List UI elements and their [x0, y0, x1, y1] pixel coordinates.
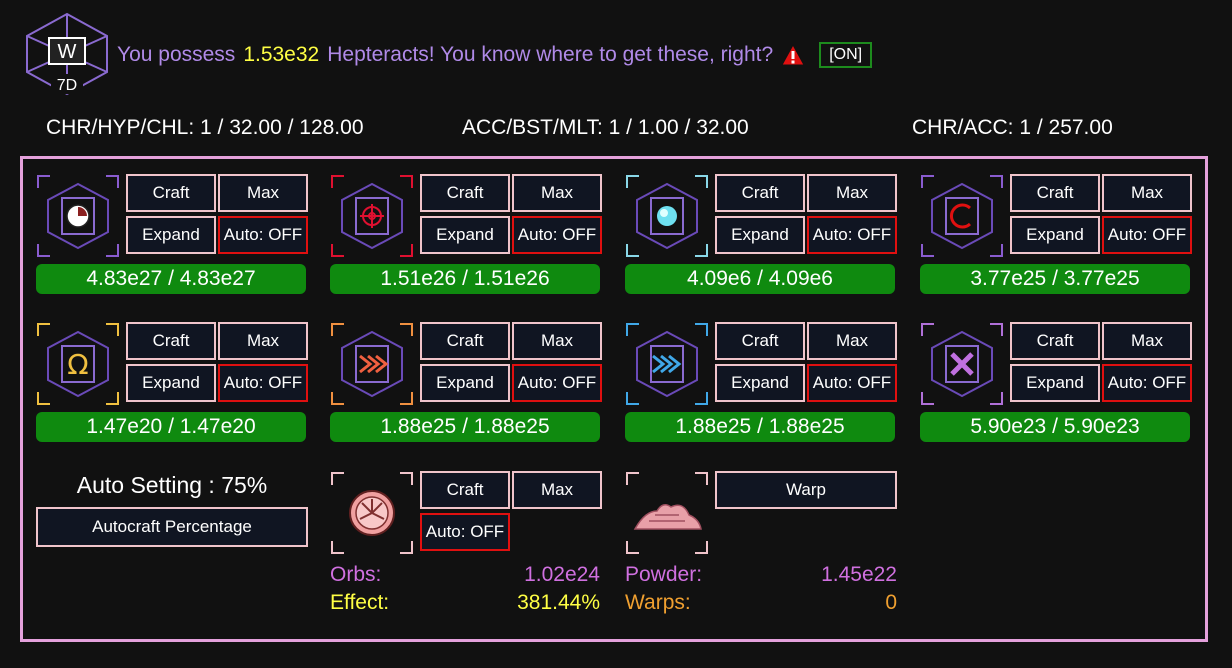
cube-quark: Craft Max Expand Auto: OFF 4.09e6 / 4.09… — [625, 174, 897, 300]
svg-text:W: W — [58, 41, 77, 63]
stat-chr-hyp-chl: CHR/HYP/CHL: 1 / 32.00 / 128.00 — [46, 116, 364, 139]
multiplier-cube-icon — [921, 323, 1003, 405]
orb-section: Craft Max Auto: OFF Orbs: 1.02e24 Effect… — [330, 471, 602, 631]
craft-button[interactable]: Craft — [420, 322, 510, 360]
hepteract-logo-icon: W 7D — [26, 12, 108, 96]
auto-setting-label: Auto Setting : 75% — [76, 472, 268, 498]
cube-progress-bar: 1.47e20 / 1.47e20 — [36, 412, 306, 442]
craft-button[interactable]: Craft — [126, 174, 216, 212]
cube-progress-bar: 4.83e27 / 4.83e27 — [36, 264, 306, 294]
hyperrealism-cube-icon — [331, 175, 413, 257]
cube-chronos: Craft Max Expand Auto: OFF 4.83e27 / 4.8… — [36, 174, 308, 300]
autocraft-percentage-button[interactable]: Autocraft Percentage — [36, 507, 308, 547]
accelerator-boost-cube-icon — [626, 323, 708, 405]
cube-progress-bar: 5.90e23 / 5.90e23 — [920, 412, 1190, 442]
orb-auto-toggle-button[interactable]: Auto: OFF — [420, 513, 510, 551]
auto-toggle-button[interactable]: Auto: OFF — [1102, 216, 1192, 254]
cube-multiplier: Craft Max Expand Auto: OFF 5.90e23 / 5.9… — [920, 322, 1192, 448]
craft-button[interactable]: Craft — [1010, 322, 1100, 360]
craft-button[interactable]: Craft — [1010, 174, 1100, 212]
cube-challenge: Craft Max Expand Auto: OFF 3.77e25 / 3.7… — [920, 174, 1192, 300]
stats-row: CHR/HYP/CHL: 1 / 32.00 / 128.00 ACC/BST/… — [0, 116, 1232, 142]
expand-button[interactable]: Expand — [1010, 216, 1100, 254]
warp-button[interactable]: Warp — [715, 471, 897, 509]
max-button[interactable]: Max — [807, 322, 897, 360]
challenge-cube-icon — [921, 175, 1003, 257]
accelerator-cube-icon — [331, 323, 413, 405]
cube-progress-bar: 3.77e25 / 3.77e25 — [920, 264, 1190, 294]
header-suffix: Hepteracts! You know where to get these,… — [327, 43, 774, 66]
cube-progress-bar: 4.09e6 / 4.09e6 — [625, 264, 895, 294]
craft-button[interactable]: Craft — [715, 174, 805, 212]
abyss-cube-icon: Ω — [37, 323, 119, 405]
expand-button[interactable]: Expand — [126, 364, 216, 402]
logo-label: 7D — [57, 77, 77, 94]
expand-button[interactable]: Expand — [715, 364, 805, 402]
auto-toggle-button[interactable]: Auto: OFF — [218, 364, 308, 402]
cube-hyperrealism: Craft Max Expand Auto: OFF 1.51e26 / 1.5… — [330, 174, 602, 300]
max-button[interactable]: Max — [512, 322, 602, 360]
cube-progress-bar: 1.88e25 / 1.88e25 — [625, 412, 895, 442]
auto-toggle-button[interactable]: Auto: OFF — [807, 364, 897, 402]
craft-button[interactable]: Craft — [126, 322, 216, 360]
header-prefix: You possess — [117, 43, 236, 66]
powder-label: Powder: — [625, 563, 703, 586]
hepteract-toggle-button[interactable]: [ON] — [819, 42, 873, 68]
chronos-cube-icon — [37, 175, 119, 257]
warning-icon — [781, 44, 806, 66]
max-button[interactable]: Max — [512, 174, 602, 212]
orb-craft-button[interactable]: Craft — [420, 471, 510, 509]
craft-button[interactable]: Craft — [715, 322, 805, 360]
expand-button[interactable]: Expand — [126, 216, 216, 254]
hepteract-info: You possess 1.53e32 Hepteracts! You know… — [117, 42, 873, 68]
powder-section: Warp Powder: 1.45e22 Warps: 0 — [625, 471, 897, 631]
cube-progress-bar: 1.88e25 / 1.88e25 — [330, 412, 600, 442]
orb-max-button[interactable]: Max — [512, 471, 602, 509]
warps-label: Warps: — [625, 591, 691, 614]
max-button[interactable]: Max — [218, 174, 308, 212]
header: W 7D You possess 1.53e32 Hepteracts! You… — [25, 12, 1205, 100]
effect-label: Effect: — [330, 591, 390, 614]
auto-toggle-button[interactable]: Auto: OFF — [512, 364, 602, 402]
max-button[interactable]: Max — [807, 174, 897, 212]
auto-toggle-button[interactable]: Auto: OFF — [807, 216, 897, 254]
auto-toggle-button[interactable]: Auto: OFF — [1102, 364, 1192, 402]
expand-button[interactable]: Expand — [1010, 364, 1100, 402]
hepteract-amount: 1.53e32 — [243, 43, 320, 66]
max-button[interactable]: Max — [218, 322, 308, 360]
cube-abyss: Ω Craft Max Expand Auto: OFF 1.47e20 / 1… — [36, 322, 308, 448]
craft-button[interactable]: Craft — [420, 174, 510, 212]
quark-cube-icon — [626, 175, 708, 257]
powder-value: 1.45e22 — [821, 563, 897, 586]
stat-acc-bst-mlt: ACC/BST/MLT: 1 / 1.00 / 32.00 — [462, 116, 749, 139]
effect-value: 381.44% — [517, 591, 600, 614]
stat-chr-acc: CHR/ACC: 1 / 257.00 — [912, 116, 1113, 139]
powder-icon — [626, 472, 708, 554]
cube-accelerator: Craft Max Expand Auto: OFF 1.88e25 / 1.8… — [330, 322, 602, 448]
expand-button[interactable]: Expand — [715, 216, 805, 254]
hepteract-panel: Craft Max Expand Auto: OFF 4.83e27 / 4.8… — [20, 156, 1208, 642]
expand-button[interactable]: Expand — [420, 364, 510, 402]
cube-progress-bar: 1.51e26 / 1.51e26 — [330, 264, 600, 294]
svg-text:Ω: Ω — [67, 348, 88, 381]
expand-button[interactable]: Expand — [420, 216, 510, 254]
orbs-value: 1.02e24 — [524, 563, 600, 586]
max-button[interactable]: Max — [1102, 174, 1192, 212]
warps-value: 0 — [885, 591, 897, 614]
orbs-label: Orbs: — [330, 563, 382, 586]
auto-toggle-button[interactable]: Auto: OFF — [218, 216, 308, 254]
auto-toggle-button[interactable]: Auto: OFF — [512, 216, 602, 254]
orb-icon — [331, 472, 413, 554]
cube-accelerator-boost: Craft Max Expand Auto: OFF 1.88e25 / 1.8… — [625, 322, 897, 448]
max-button[interactable]: Max — [1102, 322, 1192, 360]
